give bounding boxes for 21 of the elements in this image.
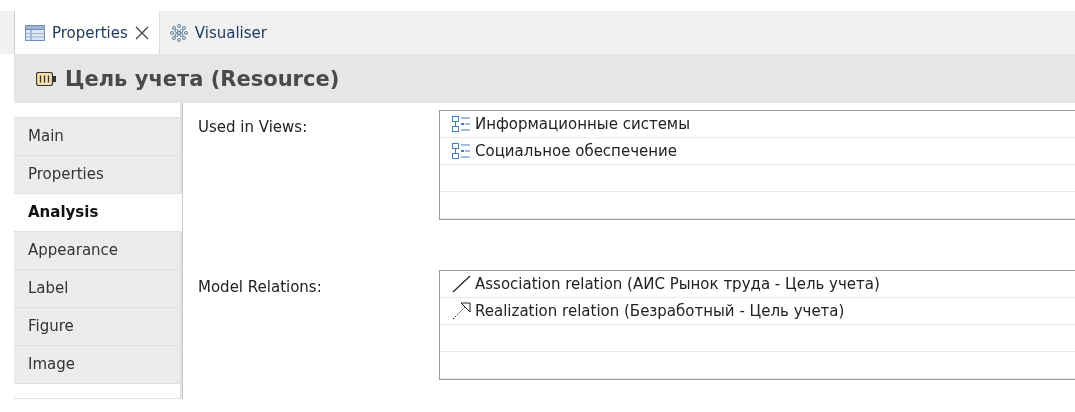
table-icon — [25, 24, 45, 41]
side-tab[interactable]: Appearance — [14, 232, 182, 270]
tab[interactable]: Properties — [14, 11, 159, 54]
list-item[interactable]: Realization relation (Безработный - Цель учета) — [452, 302, 845, 320]
list-item[interactable]: Социальное обеспечение — [452, 142, 678, 160]
list-item[interactable]: Информационные системы — [452, 115, 691, 133]
line-icon — [452, 275, 471, 293]
side-tab[interactable]: Figure — [14, 308, 182, 346]
side-tab[interactable]: Image — [14, 346, 182, 384]
field-label: Model Relations: — [198, 277, 323, 298]
dots-icon — [169, 23, 188, 42]
diagram-icon — [452, 116, 471, 132]
dotted-arrow-icon — [452, 302, 471, 320]
side-tab[interactable]: Label — [14, 270, 182, 308]
side-tab[interactable]: Properties — [14, 156, 182, 194]
side-tab[interactable]: Main — [14, 118, 182, 156]
diagram-icon — [452, 143, 471, 159]
field-label: Used in Views: — [198, 117, 309, 138]
battery-icon — [36, 71, 57, 86]
panel-title: Цель учета (Resource) — [65, 66, 340, 91]
list-item[interactable]: Association relation (АИС Рынок труда - Цель учета) — [452, 275, 880, 293]
